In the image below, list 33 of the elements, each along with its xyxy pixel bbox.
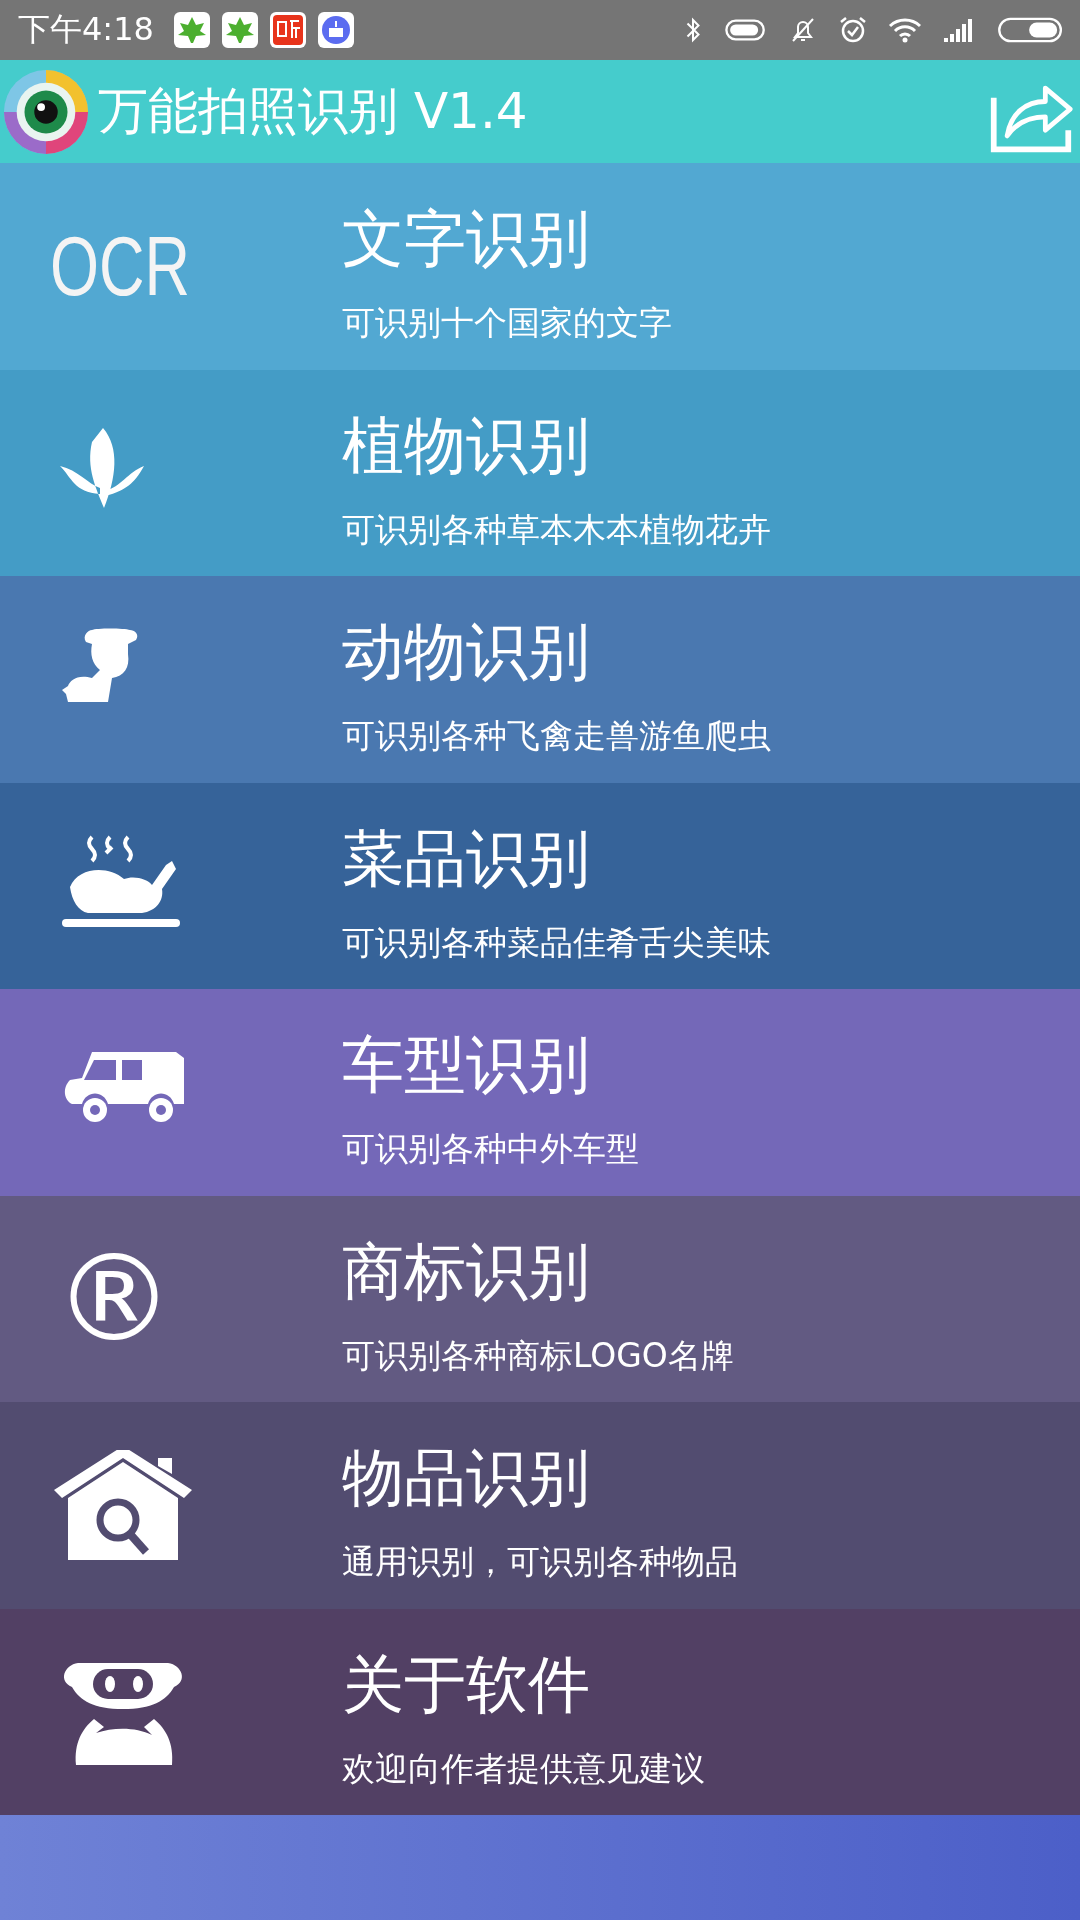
leaf-app-icon: [221, 12, 258, 48]
status-time: 下午4:18: [18, 9, 154, 50]
item-description: 可识别十个国家的文字: [342, 303, 672, 344]
ocr-icon: OCR: [50, 217, 190, 315]
menu-item[interactable]: ® 商标识别 可识别各种商标LOGO名牌: [0, 1195, 1080, 1402]
item-title: 植物识别: [342, 409, 591, 482]
item-description: 可识别各种草本木本植物花卉: [342, 509, 771, 550]
listen-app-icon: [269, 12, 306, 48]
registered-icon: ®: [54, 1248, 174, 1349]
item-title: 菜品识别: [342, 822, 591, 895]
item-description: 欢迎向作者提供意见建议: [342, 1748, 705, 1789]
item-description: 可识别各种菜品佳肴舌尖美味: [342, 922, 771, 963]
app-title: 万能拍照识别 V1.4: [98, 81, 529, 142]
item-title: 物品识别: [342, 1442, 591, 1515]
item-description: 可识别各种商标LOGO名牌: [342, 1335, 734, 1376]
eye-logo-icon: [2, 67, 90, 156]
item-title: 动物识别: [342, 616, 591, 689]
item-description: 通用识别，可识别各种物品: [342, 1542, 738, 1583]
item-description: 可识别各种飞禽走兽游鱼爬虫: [342, 716, 771, 757]
menu-item[interactable]: 关于软件 欢迎向作者提供意见建议: [0, 1608, 1080, 1815]
item-title: 文字识别: [342, 203, 591, 276]
item-description: 可识别各种中外车型: [342, 1129, 639, 1170]
menu-item[interactable]: 菜品识别 可识别各种菜品佳肴舌尖美味: [0, 782, 1080, 989]
menu-item[interactable]: 动物识别 可识别各种飞禽走兽游鱼爬虫: [0, 576, 1080, 783]
item-title: 关于软件: [342, 1648, 591, 1721]
item-title: 车型识别: [342, 1029, 591, 1102]
wifi-icon: [888, 16, 922, 44]
broom-app-icon: [317, 12, 354, 48]
alarm-icon: [838, 15, 868, 45]
menu-item[interactable]: 物品识别 通用识别，可识别各种物品: [0, 1402, 1080, 1609]
item-title: 商标识别: [342, 1235, 591, 1308]
leaf-app-icon: [173, 12, 210, 48]
menu-item[interactable]: 车型识别 可识别各种中外车型: [0, 989, 1080, 1196]
